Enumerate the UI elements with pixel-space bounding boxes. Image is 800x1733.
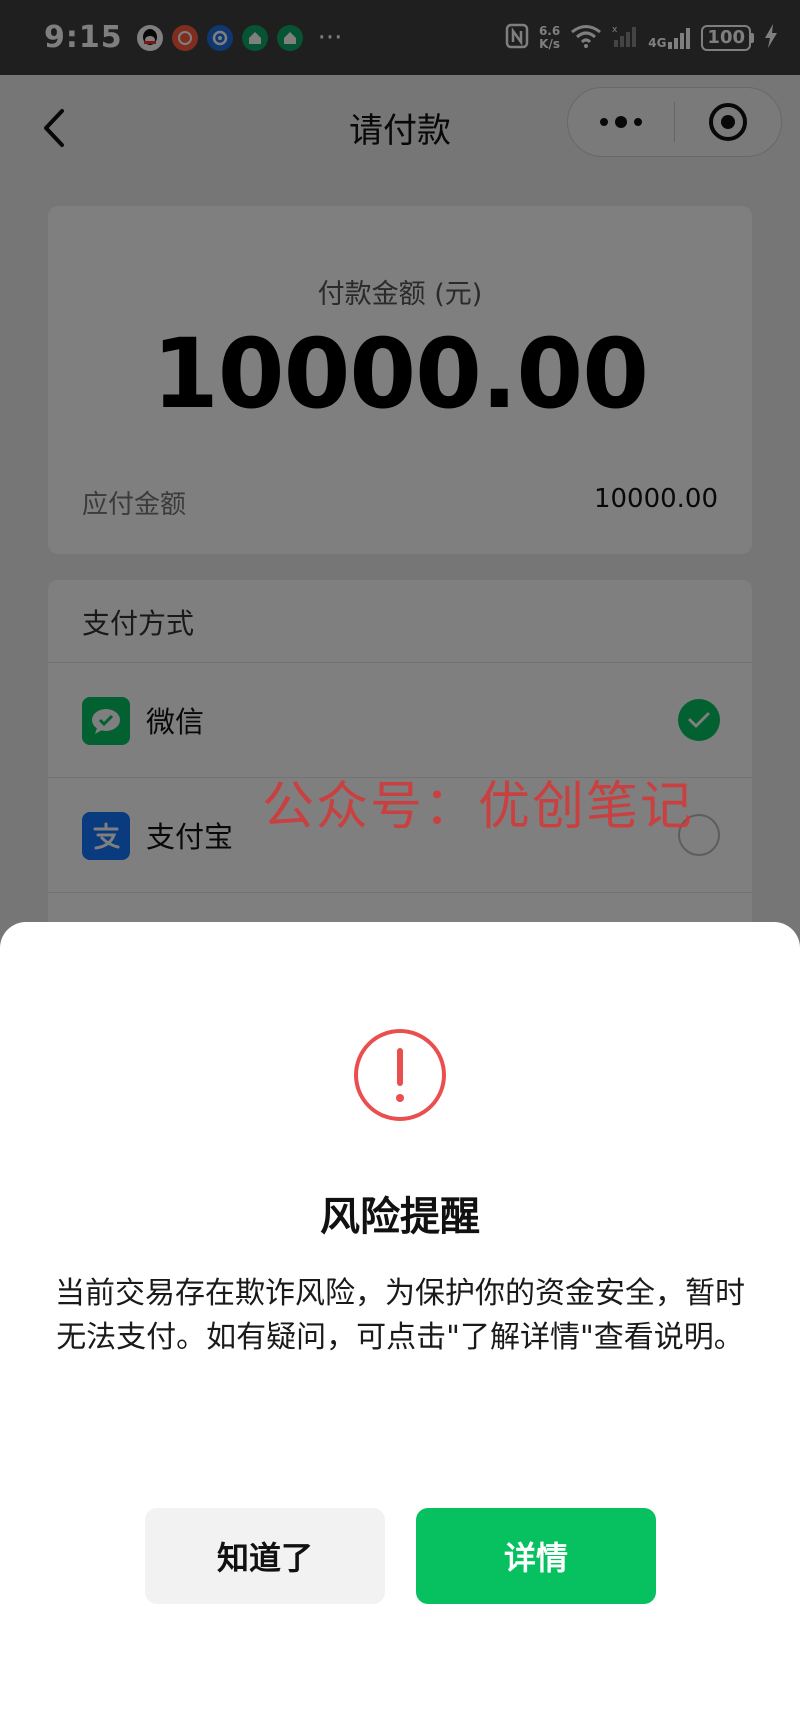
watermark-text: 公众号：优创笔记 [262, 777, 695, 837]
got-it-button[interactable]: 知道了 [145, 1508, 385, 1604]
risk-alert-sheet: 风险提醒 当前交易存在欺诈风险，为保护你的资金安全，暂时无法支付。如有疑问，可点… [0, 922, 800, 1733]
risk-alert-title: 风险提醒 [320, 1194, 480, 1240]
risk-alert-message: 当前交易存在欺诈风险，为保护你的资金安全，暂时无法支付。如有疑问，可点击"了解详… [55, 1276, 745, 1355]
details-button[interactable]: 详情 [416, 1508, 656, 1604]
warning-exclamation-icon [353, 1028, 447, 1122]
